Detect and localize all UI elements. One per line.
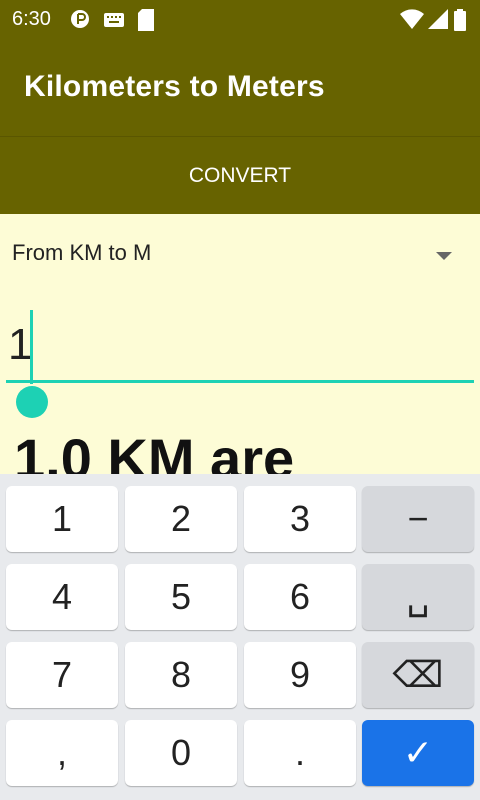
cursor-handle[interactable] (16, 386, 48, 418)
status-time: 6:30 (12, 8, 51, 30)
result-text: 1.0 KM are (14, 427, 295, 474)
key-8[interactable]: 8 (125, 642, 237, 708)
key-0[interactable]: 0 (125, 720, 237, 786)
key-3[interactable]: 3 (244, 486, 356, 552)
tab-convert[interactable]: CONVERT (0, 137, 480, 215)
key-space[interactable]: ␣ (362, 564, 474, 630)
status-bar: 6:30 (0, 0, 480, 40)
main-content: From KM to M 1 1.0 KM are (0, 214, 480, 474)
key-period[interactable]: . (244, 720, 356, 786)
input-underline (6, 380, 474, 383)
key-1[interactable]: 1 (6, 486, 118, 552)
key-6[interactable]: 6 (244, 564, 356, 630)
key-4[interactable]: 4 (6, 564, 118, 630)
value-input-text: 1 (8, 320, 33, 369)
key-done[interactable]: ✓ (362, 720, 474, 786)
key-2[interactable]: 2 (125, 486, 237, 552)
tab-bar: CONVERT (0, 136, 480, 215)
numeric-keyboard: 1 2 3 − 4 5 6 ␣ 7 8 9 ⌫ , 0 . ✓ (0, 474, 480, 800)
value-input[interactable]: 1 (6, 310, 474, 418)
key-comma[interactable]: , (6, 720, 118, 786)
keyboard-icon (104, 13, 124, 32)
key-5[interactable]: 5 (125, 564, 237, 630)
sd-card-icon (138, 9, 154, 36)
spinner-selected-label: From KM to M (12, 240, 152, 265)
key-9[interactable]: 9 (244, 642, 356, 708)
key-backspace[interactable]: ⌫ (362, 642, 474, 708)
key-7[interactable]: 7 (6, 642, 118, 708)
app-title: Kilometers to Meters (24, 70, 325, 103)
text-cursor (30, 310, 33, 384)
key-minus[interactable]: − (362, 486, 474, 552)
dropdown-arrow-icon (436, 252, 452, 260)
app-bar: Kilometers to Meters (0, 40, 480, 136)
conversion-spinner[interactable]: From KM to M (0, 230, 480, 280)
signal-icon (428, 9, 448, 34)
battery-icon (454, 9, 466, 36)
wifi-icon (400, 9, 424, 34)
notification-icon (70, 9, 90, 34)
